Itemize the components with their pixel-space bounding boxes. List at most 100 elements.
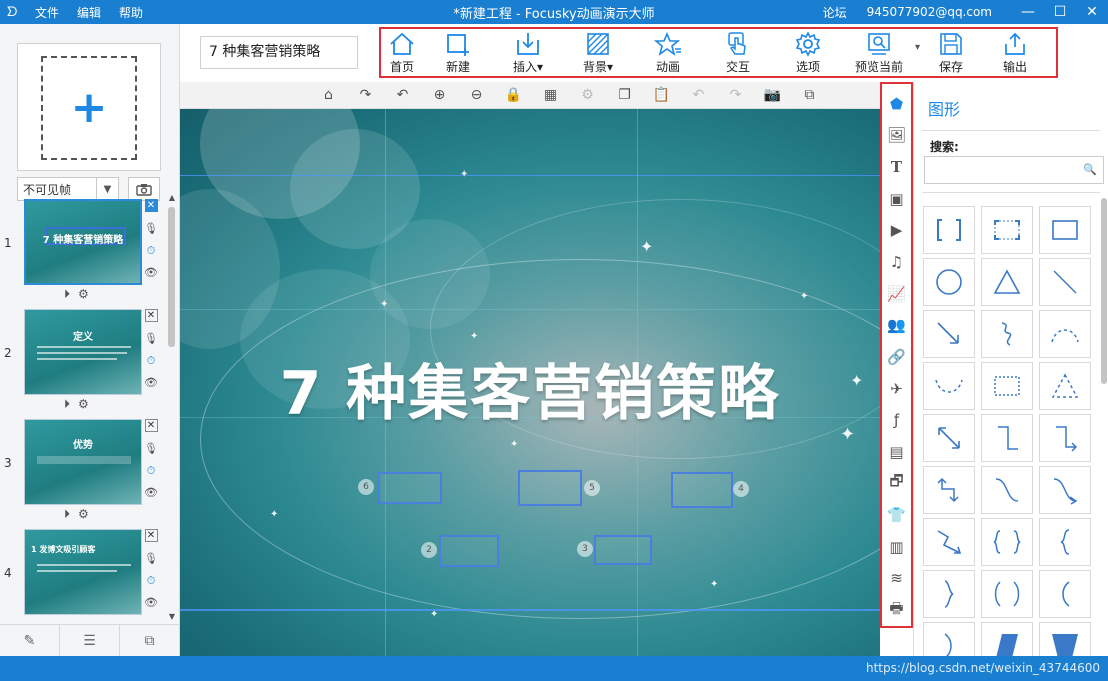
paste-icon[interactable]: 📋	[643, 87, 680, 103]
canvas-title[interactable]: 7 种集客营销策略	[180, 345, 880, 432]
scrollbar-thumb[interactable]	[168, 207, 175, 347]
options-button[interactable]: 选项	[773, 29, 843, 76]
airplane-tab-icon[interactable]: ✈	[882, 373, 911, 405]
slide-thumbnail[interactable]: 优势	[24, 419, 142, 505]
elbow-arrow-shape[interactable]	[1039, 414, 1091, 462]
menu-file[interactable]: 文件	[35, 4, 59, 21]
parentheses-shape[interactable]	[981, 570, 1033, 618]
triangle-shape[interactable]	[981, 258, 1033, 306]
menu-help[interactable]: 帮助	[119, 4, 143, 21]
slide-thumbnail[interactable]: 1 发博文吸引顾客	[24, 529, 142, 615]
eye-icon[interactable]: 👁	[144, 372, 158, 394]
people-tab-icon[interactable]: 👥	[882, 309, 911, 341]
right-bracket-tick-shape[interactable]	[923, 570, 975, 618]
new-button[interactable]: 新建	[423, 29, 493, 76]
home-view-icon[interactable]: ⌂	[310, 87, 347, 103]
tshirt-tab-icon[interactable]: 👕	[882, 499, 911, 531]
eye-icon[interactable]: 👁	[144, 482, 158, 504]
link-tab-icon[interactable]: 🔗	[882, 341, 911, 373]
slide-list-scrollbar[interactable]: ▲ ▼	[166, 191, 178, 623]
dashed-arc-shape[interactable]	[1039, 310, 1091, 358]
chart-tab-icon[interactable]: 📈	[882, 278, 911, 310]
shape-panel-scrollbar[interactable]	[1101, 198, 1107, 384]
menu-edit[interactable]: 编辑	[77, 4, 101, 21]
undo-icon[interactable]: ↶	[680, 87, 717, 103]
project-name-field[interactable]: 7 种集客营销策略	[200, 36, 358, 69]
bracket-frame-shape[interactable]	[923, 206, 975, 254]
timer-icon[interactable]: ⏱	[147, 350, 156, 372]
slide-thumbnail[interactable]: 7 种集客营销策略	[24, 199, 142, 285]
layers-tab-icon[interactable]: ≋	[882, 563, 911, 595]
squiggle-shape[interactable]	[981, 310, 1033, 358]
line-shape[interactable]	[1039, 258, 1091, 306]
text-tab-icon[interactable]: T	[882, 151, 911, 183]
callout-tab-icon[interactable]: ▣	[882, 183, 911, 215]
slide-thumbnail[interactable]: 定义	[24, 309, 142, 395]
editing-canvas[interactable]: 7 种集客营销策略 6 5 4 2 3 ✦ ✦ ✦ ✦ ✦ ✦ ✦ ✦ ✦ ✦ …	[180, 109, 880, 656]
camera-icon[interactable]: 📷	[754, 87, 791, 103]
play-icon[interactable]: ⏵	[64, 287, 70, 302]
play-icon[interactable]: ⏵	[64, 507, 70, 522]
maximize-button[interactable]: ☐	[1044, 4, 1076, 20]
delete-slide-icon[interactable]: ✕	[144, 309, 158, 322]
left-brace-shape[interactable]	[1039, 518, 1091, 566]
microphone-icon[interactable]: 🎙	[144, 218, 158, 240]
minimize-button[interactable]: —	[1012, 4, 1044, 20]
s-curve-arrow-shape[interactable]	[1039, 466, 1091, 514]
eye-icon[interactable]: 👁	[144, 262, 158, 284]
frame-settings-icon[interactable]: ⧉	[120, 625, 180, 656]
scroll-up-icon[interactable]: ▲	[166, 193, 178, 202]
copy-icon[interactable]: ❐	[606, 87, 643, 103]
add-frame-button[interactable]: +	[17, 43, 161, 171]
list-item[interactable]: 3 优势 ✕ 🎙 ⏱ 👁 ⏵ ⚙	[0, 411, 166, 521]
window-toggle-icon[interactable]: ⧉	[791, 87, 828, 103]
delete-slide-icon[interactable]: ✕	[144, 419, 158, 432]
video-tab-icon[interactable]: ▶	[882, 215, 911, 247]
frame-6[interactable]	[378, 472, 442, 504]
animation-button[interactable]: 动画	[633, 29, 703, 76]
dashed-rectangle-shape[interactable]	[981, 362, 1033, 410]
grid-icon[interactable]: ▦	[532, 87, 569, 103]
layout-tab-icon[interactable]: ▥	[882, 531, 911, 563]
dashed-curve-arrow-shape[interactable]	[923, 362, 975, 410]
dashed-triangle-shape[interactable]	[1039, 362, 1091, 410]
curly-braces-shape[interactable]	[981, 518, 1033, 566]
eye-icon[interactable]: 👁	[144, 592, 158, 614]
interaction-button[interactable]: 交互	[703, 29, 773, 76]
circle-shape[interactable]	[923, 258, 975, 306]
gear-icon[interactable]: ⚙	[78, 397, 89, 412]
frame-4[interactable]	[671, 472, 733, 508]
list-item[interactable]: 1 7 种集客营销策略 ✕ 🎙 ⏱ 👁 ⏵ ⚙	[0, 191, 166, 301]
lock-icon[interactable]: 🔒	[495, 87, 532, 103]
elbow-connector-shape[interactable]	[981, 414, 1033, 462]
microphone-icon[interactable]: 🎙	[144, 548, 158, 570]
forum-link[interactable]: 论坛	[823, 4, 847, 21]
frame-5[interactable]	[518, 470, 582, 506]
frame-list-icon[interactable]: ☰	[60, 625, 120, 656]
music-tab-icon[interactable]: ♫	[882, 246, 911, 278]
flash-tab-icon[interactable]: ƒ	[882, 404, 911, 436]
timer-icon[interactable]: ⏱	[147, 240, 156, 262]
gear-icon[interactable]: ⚙	[78, 507, 89, 522]
corner-frame-shape[interactable]	[981, 206, 1033, 254]
play-icon[interactable]: ⏵	[64, 397, 70, 412]
zoom-out-icon[interactable]: ⊖	[458, 87, 495, 103]
timer-icon[interactable]: ⏱	[147, 570, 156, 592]
shapes-tab-icon[interactable]: ⬟	[882, 88, 911, 120]
save-button[interactable]: 保存	[920, 29, 982, 76]
background-button[interactable]: 背景▾	[563, 29, 633, 76]
home-button[interactable]: 首页	[381, 29, 423, 76]
image-tab-icon[interactable]: 🖼	[882, 120, 911, 152]
edit-notes-icon[interactable]: ✎	[0, 625, 60, 656]
printer-tab-icon[interactable]: 🖶	[882, 594, 911, 626]
zigzag-arrow-shape[interactable]	[923, 518, 975, 566]
zoom-in-icon[interactable]: ⊕	[421, 87, 458, 103]
microphone-icon[interactable]: 🎙	[144, 328, 158, 350]
gear-icon[interactable]: ⚙	[78, 287, 89, 302]
timer-icon[interactable]: ⏱	[147, 460, 156, 482]
delete-slide-icon[interactable]: ✕	[144, 199, 158, 212]
list-item[interactable]: 2 定义 ✕ 🎙 ⏱ 👁 ⏵ ⚙	[0, 301, 166, 411]
frame-3[interactable]	[594, 535, 652, 565]
redo-rotate-icon[interactable]: ↷	[347, 87, 384, 103]
s-curve-shape[interactable]	[981, 466, 1033, 514]
